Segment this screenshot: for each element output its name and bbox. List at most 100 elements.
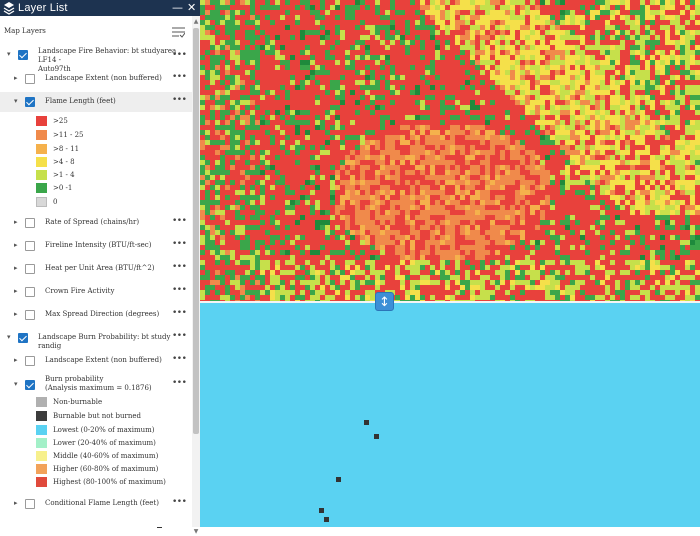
legend-label: Non-burnable bbox=[53, 398, 103, 406]
layer-label: Burn probability (Analysis maximum = 0.18… bbox=[45, 375, 152, 392]
layer-row-conditional-flame-length[interactable]: ▸ Conditional Flame Length (feet) ••• bbox=[0, 494, 192, 514]
layer-row-heat-per-unit-area[interactable]: ▸ Heat per Unit Area (BTU/ft^2) ••• bbox=[0, 259, 192, 279]
layer-more-button[interactable]: ••• bbox=[172, 497, 187, 507]
layer-row-burn-probability-group[interactable]: ▾ Landscape Burn Probability: bt study r… bbox=[0, 328, 192, 350]
legend-swatch bbox=[36, 451, 47, 461]
scroll-thumb[interactable] bbox=[193, 28, 199, 434]
expand-chevron-icon[interactable]: ▸ bbox=[14, 241, 18, 249]
panel-header: Layer List — ✕ bbox=[0, 0, 200, 16]
close-button[interactable]: ✕ bbox=[187, 0, 196, 16]
layer-more-button[interactable]: ••• bbox=[172, 308, 187, 318]
legend-label: Higher (60-80% of maximum) bbox=[53, 465, 159, 473]
layer-more-button[interactable]: ••• bbox=[172, 378, 187, 388]
legend-swatch bbox=[36, 464, 47, 474]
raster-pixel bbox=[324, 517, 329, 522]
legend-swatch bbox=[36, 477, 47, 487]
legend-swatch bbox=[36, 425, 47, 435]
legend-label: >0 -1 bbox=[53, 184, 73, 192]
expand-chevron-icon[interactable]: ▾ bbox=[14, 97, 18, 105]
layer-more-button[interactable]: ••• bbox=[172, 50, 187, 60]
layer-row-rate-of-spread[interactable]: ▸ Rate of Spread (chains/hr) ••• bbox=[0, 213, 192, 233]
legend-label: Lowest (0-20% of maximum) bbox=[53, 426, 155, 434]
legend-label: >8 - 11 bbox=[53, 145, 80, 153]
legend-swatch bbox=[36, 170, 47, 180]
expand-chevron-icon[interactable]: ▾ bbox=[7, 50, 11, 58]
minimize-button[interactable]: — bbox=[172, 0, 183, 16]
layer-more-button[interactable]: ••• bbox=[172, 285, 187, 295]
layer-row-landscape-extent-2[interactable]: ▸ Landscape Extent (non buffered) ••• bbox=[0, 351, 192, 371]
layer-label: Crown Fire Activity bbox=[45, 287, 115, 295]
layer-checkbox[interactable] bbox=[25, 310, 35, 320]
legend-label: >4 - 8 bbox=[53, 158, 75, 166]
map-view[interactable]: ↕ bbox=[157, 0, 700, 528]
expand-chevron-icon[interactable]: ▸ bbox=[14, 287, 18, 295]
raster-pixel bbox=[374, 434, 379, 439]
burn-probability-raster bbox=[157, 303, 700, 528]
layer-checkbox[interactable] bbox=[25, 74, 35, 84]
layer-checkbox[interactable] bbox=[25, 380, 35, 390]
expand-chevron-icon[interactable]: ▸ bbox=[14, 74, 18, 82]
layer-label: Landscape Extent (non buffered) bbox=[45, 74, 162, 82]
panel-title: Layer List bbox=[18, 2, 68, 14]
layer-row-crown-fire-activity[interactable]: ▸ Crown Fire Activity ••• bbox=[0, 282, 192, 302]
expand-chevron-icon[interactable]: ▸ bbox=[14, 499, 18, 507]
layer-checkbox[interactable] bbox=[25, 356, 35, 366]
scroll-down-arrow-icon[interactable]: ▼ bbox=[192, 528, 200, 536]
raster-pixel bbox=[364, 420, 369, 425]
layer-row-fire-behavior[interactable]: ▾ Landscape Fire Behavior: bt studyarea … bbox=[0, 45, 192, 73]
raster-pixel bbox=[319, 508, 324, 513]
layer-checkbox[interactable] bbox=[18, 50, 28, 60]
layer-more-button[interactable]: ••• bbox=[172, 72, 187, 82]
layer-more-button[interactable]: ••• bbox=[172, 239, 187, 249]
legend-swatch bbox=[36, 116, 47, 126]
legend-swatch bbox=[36, 397, 47, 407]
expand-chevron-icon[interactable]: ▸ bbox=[14, 264, 18, 272]
layer-row-burn-probability[interactable]: ▾ Burn probability (Analysis maximum = 0.… bbox=[0, 374, 192, 396]
layer-options-icon[interactable] bbox=[172, 26, 185, 38]
flame-length-raster bbox=[200, 0, 700, 301]
layer-label: Landscape Extent (non buffered) bbox=[45, 356, 162, 364]
expand-chevron-icon[interactable]: ▾ bbox=[7, 333, 11, 341]
legend-label: >25 bbox=[53, 117, 68, 125]
swipe-arrows-icon: ↕ bbox=[379, 295, 390, 310]
legend-label: >1 - 4 bbox=[53, 171, 75, 179]
flame-length-raster-image bbox=[200, 0, 700, 301]
layer-more-button[interactable]: ••• bbox=[172, 331, 187, 341]
layer-checkbox[interactable] bbox=[25, 264, 35, 274]
layer-checkbox[interactable] bbox=[18, 333, 28, 343]
layer-row-max-spread-direction[interactable]: ▸ Max Spread Direction (degrees) ••• bbox=[0, 305, 192, 325]
expand-chevron-icon[interactable]: ▾ bbox=[14, 380, 18, 388]
layer-label: Flame Length (feet) bbox=[45, 97, 116, 105]
layers-icon bbox=[3, 2, 15, 15]
layer-label: Conditional Flame Length (feet) bbox=[45, 499, 159, 507]
layer-checkbox[interactable] bbox=[25, 287, 35, 297]
layer-more-button[interactable]: ••• bbox=[172, 262, 187, 272]
layer-list-panel: Layer List — ✕ Map Layers ▾ Landscape Fi… bbox=[0, 0, 200, 535]
layer-label: Heat per Unit Area (BTU/ft^2) bbox=[45, 264, 155, 272]
layer-checkbox[interactable] bbox=[25, 241, 35, 251]
layer-row-landscape-extent[interactable]: ▸ Landscape Extent (non buffered) ••• bbox=[0, 69, 192, 89]
expand-chevron-icon[interactable]: ▸ bbox=[14, 310, 18, 318]
legend-swatch bbox=[36, 183, 47, 193]
expand-chevron-icon[interactable]: ▸ bbox=[14, 356, 18, 364]
layer-more-button[interactable]: ••• bbox=[172, 95, 187, 105]
legend-label: Middle (40-60% of maximum) bbox=[53, 452, 159, 460]
legend-swatch bbox=[36, 197, 47, 207]
legend-swatch bbox=[36, 157, 47, 167]
layer-more-button[interactable]: ••• bbox=[172, 216, 187, 226]
layer-checkbox[interactable] bbox=[25, 97, 35, 107]
layer-label: Rate of Spread (chains/hr) bbox=[45, 218, 140, 226]
layer-row-flame-length[interactable]: ▾ Flame Length (feet) ••• bbox=[0, 92, 192, 112]
panel-scrollbar[interactable]: ▲ ▼ bbox=[192, 16, 200, 535]
scroll-up-arrow-icon[interactable]: ▲ bbox=[192, 18, 200, 26]
layer-more-button[interactable]: ••• bbox=[172, 354, 187, 364]
layer-checkbox[interactable] bbox=[25, 218, 35, 228]
layer-label: Max Spread Direction (degrees) bbox=[45, 310, 160, 318]
swipe-handle[interactable]: ↕ bbox=[375, 292, 394, 311]
legend-swatch bbox=[36, 144, 47, 154]
legend-swatch bbox=[36, 438, 47, 448]
layer-row-fireline-intensity[interactable]: ▸ Fireline Intensity (BTU/ft-sec) ••• bbox=[0, 236, 192, 256]
layer-checkbox[interactable] bbox=[25, 499, 35, 509]
legend-label: Burnable but not burned bbox=[53, 412, 142, 420]
expand-chevron-icon[interactable]: ▸ bbox=[14, 218, 18, 226]
